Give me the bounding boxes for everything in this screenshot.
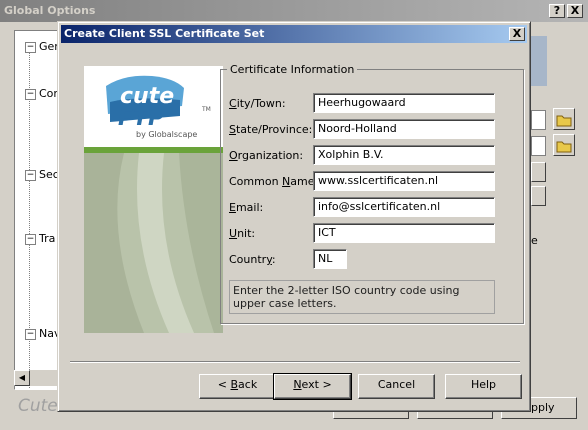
folder-icon — [556, 115, 572, 127]
partial-label: e — [531, 234, 538, 247]
help-title-button[interactable]: ? — [549, 4, 565, 18]
tree-item-transfer[interactable]: Tra — [39, 232, 55, 245]
common-name-label: Common Name: — [229, 175, 319, 188]
logo-ftp-text: FTP — [118, 106, 165, 131]
tree-expand-icon[interactable]: − — [25, 42, 36, 53]
email-label: Email: — [229, 201, 264, 214]
browse-folder-button[interactable] — [553, 108, 575, 130]
tree-item-security[interactable]: Sec — [39, 168, 59, 181]
unit-label: Unit: — [229, 227, 256, 240]
global-options-titlebar: Global Options ? X — [0, 0, 588, 22]
city-label: City/Town: — [229, 97, 286, 110]
unit-input[interactable]: ICT — [313, 223, 495, 243]
country-label: Country: — [229, 253, 276, 266]
tree-expand-icon[interactable]: − — [25, 89, 36, 100]
panel-banner — [531, 36, 547, 86]
cancel-button[interactable]: Cancel — [358, 374, 435, 399]
next-button[interactable]: Next > — [273, 373, 352, 400]
dialog-close-button[interactable]: X — [509, 27, 525, 41]
country-hint-text: Enter the 2-letter ISO country code usin… — [229, 280, 495, 314]
state-input[interactable]: Noord-Holland — [313, 119, 495, 139]
logo-globalscape-text: by Globalscape — [136, 130, 198, 139]
back-button[interactable]: < Back — [199, 374, 276, 399]
close-title-button[interactable]: X — [567, 4, 583, 18]
dialog-titlebar: Create Client SSL Certificate Set X — [61, 25, 527, 43]
cuteftp-logo: cute FTP TM by Globalscape — [84, 66, 223, 147]
help-button[interactable]: Help — [445, 374, 522, 399]
wizard-side-image: cute FTP TM by Globalscape — [84, 66, 223, 333]
path-input[interactable] — [531, 136, 546, 156]
option-button[interactable] — [531, 186, 546, 206]
dialog-separator — [70, 361, 520, 363]
common-name-input[interactable]: www.sslcertificaten.nl — [313, 171, 495, 191]
path-input[interactable] — [531, 110, 546, 130]
tree-expand-icon[interactable]: − — [25, 170, 36, 181]
decorative-swirl-image — [84, 153, 223, 333]
scroll-left-icon[interactable]: ◀ — [14, 370, 30, 386]
country-input[interactable]: NL — [313, 249, 347, 269]
city-input[interactable]: Heerhugowaard — [313, 93, 495, 113]
state-label: State/Province: — [229, 123, 313, 136]
organization-label: Organization: — [229, 149, 304, 162]
logo-tm-text: TM — [202, 106, 211, 113]
dialog-title: Create Client SSL Certificate Set — [64, 27, 265, 40]
folder-icon — [556, 141, 572, 153]
organization-input[interactable]: Xolphin B.V. — [313, 145, 495, 165]
global-options-title: Global Options — [4, 4, 96, 17]
tree-expand-icon[interactable]: − — [25, 329, 36, 340]
tree-expand-icon[interactable]: − — [25, 234, 36, 245]
browse-folder-button[interactable] — [553, 134, 575, 156]
email-input[interactable]: info@sslcertificaten.nl — [313, 197, 495, 217]
option-button[interactable] — [531, 162, 546, 182]
certificate-info-legend: Certificate Information — [227, 63, 358, 76]
create-ssl-certificate-dialog: Create Client SSL Certificate Set X cute… — [57, 21, 531, 412]
